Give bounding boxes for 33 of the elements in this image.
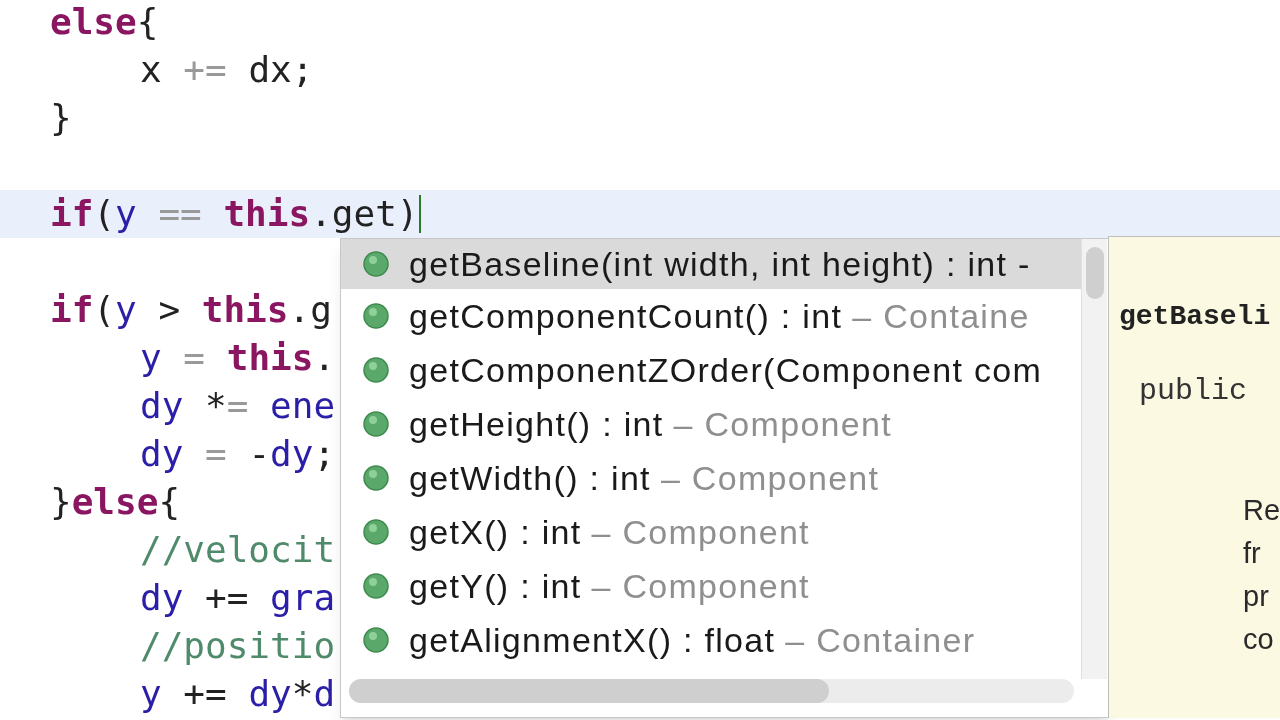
- code-line: }else{: [50, 480, 181, 524]
- doc-text: fr: [1243, 536, 1262, 571]
- completion-item[interactable]: getBaseline(int width, int height) : int -: [341, 239, 1081, 289]
- method-icon: [363, 251, 389, 277]
- code-line: x += dx;: [140, 48, 314, 92]
- method-icon: [363, 519, 389, 545]
- doc-text: co: [1243, 622, 1275, 657]
- method-icon: [363, 411, 389, 437]
- doc-text: pr: [1243, 579, 1270, 614]
- code-line: }: [50, 96, 72, 140]
- code-line: dy += gra: [140, 576, 336, 620]
- code-line: y = this.: [140, 336, 336, 380]
- vertical-scrollbar[interactable]: [1081, 239, 1107, 679]
- method-icon: [363, 573, 389, 599]
- code-line: //velocit: [140, 528, 336, 572]
- code-line: y += dy*d: [140, 672, 336, 716]
- scrollbar-thumb[interactable]: [349, 679, 829, 703]
- method-icon: [363, 465, 389, 491]
- code-line: dy *= ene: [140, 384, 336, 428]
- code-line: else{: [50, 0, 159, 44]
- method-icon: [363, 303, 389, 329]
- horizontal-scrollbar[interactable]: [349, 679, 1074, 703]
- text-caret: [418, 195, 421, 233]
- method-icon: [363, 357, 389, 383]
- doc-signature: public: [1139, 373, 1249, 410]
- code-line: if(y == this.get): [50, 192, 419, 236]
- code-line: //positio: [140, 624, 336, 668]
- method-icon: [363, 627, 389, 653]
- doc-text: Re: [1243, 493, 1280, 528]
- scrollbar-thumb[interactable]: [1085, 247, 1104, 299]
- doc-title: getBaseli: [1119, 300, 1272, 334]
- code-line: dy = -dy;: [140, 432, 336, 476]
- code-line: if(y > this.g: [50, 288, 332, 332]
